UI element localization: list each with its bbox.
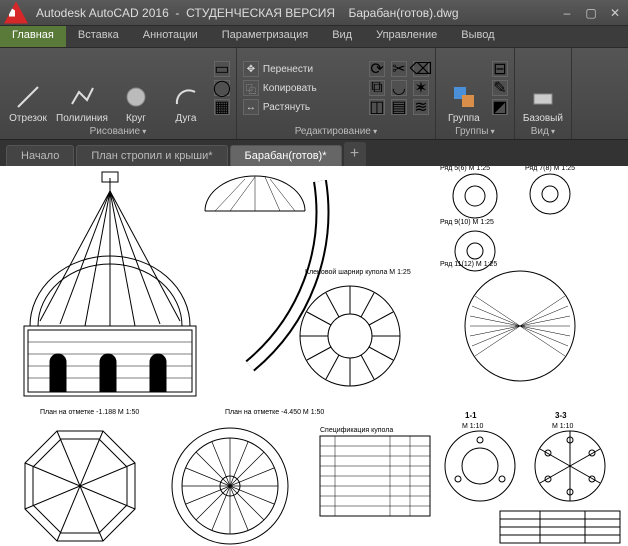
move-label: Перенести bbox=[263, 64, 313, 75]
label-r910: Ряд 9(10) М 1:25 bbox=[440, 219, 494, 226]
line-icon bbox=[15, 84, 41, 110]
tab-home[interactable]: Главная bbox=[0, 26, 66, 47]
copy-button[interactable]: ⿻ Копировать bbox=[243, 80, 363, 96]
array-icon[interactable]: ▤ bbox=[391, 99, 407, 115]
tab-parametric[interactable]: Параметризация bbox=[210, 26, 320, 47]
ribbon-tabs: Главная Вставка Аннотации Параметризация… bbox=[0, 26, 628, 48]
copy-label: Копировать bbox=[263, 83, 317, 94]
doc-tab-drum[interactable]: Барабан(готов)* bbox=[230, 145, 342, 166]
scale-icon[interactable]: ◫ bbox=[369, 99, 385, 115]
base-view-label: Базовый bbox=[523, 113, 563, 124]
document-tabs: Начало План стропил и крыши* Барабан(гот… bbox=[0, 140, 628, 166]
doc-tab-start[interactable]: Начало bbox=[6, 145, 74, 166]
explode-icon[interactable]: ✶ bbox=[413, 80, 429, 96]
group-label: Группа bbox=[448, 113, 480, 124]
label-sc1: М 1:10 bbox=[462, 423, 484, 430]
circle-icon bbox=[123, 84, 149, 110]
polyline-label: Полилиния bbox=[56, 113, 108, 124]
ellipse-icon[interactable]: ◯ bbox=[214, 80, 230, 96]
tab-manage[interactable]: Управление bbox=[364, 26, 449, 47]
panel-draw-title[interactable]: Рисование bbox=[6, 124, 230, 137]
panel-modify-title[interactable]: Редактирование bbox=[243, 124, 429, 137]
window-title: Autodesk AutoCAD 2016 - СТУДЕНЧЕСКАЯ ВЕР… bbox=[36, 6, 558, 20]
autocad-logo-icon bbox=[4, 2, 28, 24]
app-edition: СТУДЕНЧЕСКАЯ ВЕРСИЯ bbox=[186, 6, 335, 20]
tab-output[interactable]: Вывод bbox=[449, 26, 506, 47]
ribbon: Отрезок Полилиния Круг Дуга ▭ ◯ ▦ Рисова… bbox=[0, 48, 628, 140]
label-hinge: Кленовой шарнир купола М 1:25 bbox=[305, 268, 411, 276]
label-sc3: М 1:10 bbox=[552, 423, 574, 430]
label-plan1: План на отметке -1.188 М 1:50 bbox=[40, 409, 139, 416]
line-label: Отрезок bbox=[9, 113, 47, 124]
mirror-icon[interactable]: ⧉ bbox=[369, 80, 385, 96]
label-r78: Ряд 7(8) М 1:25 bbox=[525, 166, 575, 172]
circle-button[interactable]: Круг bbox=[114, 52, 158, 124]
move-button[interactable]: ✥ Перенести bbox=[243, 61, 363, 77]
rect-icon[interactable]: ▭ bbox=[214, 61, 230, 77]
arc-button[interactable]: Дуга bbox=[164, 52, 208, 124]
label-r1112: Ряд 11(12) М 1:25 bbox=[440, 261, 497, 268]
label-spec: Спецификация купола bbox=[320, 427, 393, 434]
hatch-icon[interactable]: ▦ bbox=[214, 99, 230, 115]
app-name: Autodesk AutoCAD 2016 bbox=[36, 6, 169, 20]
stretch-label: Растянуть bbox=[263, 102, 310, 113]
arc-icon bbox=[173, 84, 199, 110]
drawing-canvas[interactable]: План на отметке -1.188 М 1:50 План на от… bbox=[0, 166, 628, 546]
move-icon: ✥ bbox=[243, 61, 259, 77]
drawing-svg: План на отметке -1.188 М 1:50 План на от… bbox=[0, 166, 628, 546]
group-select-icon[interactable]: ◩ bbox=[492, 99, 508, 115]
tab-view[interactable]: Вид bbox=[320, 26, 364, 47]
arc-label: Дуга bbox=[175, 113, 196, 124]
ungroup-icon[interactable]: ⊟ bbox=[492, 61, 508, 77]
panel-view-title[interactable]: Вид bbox=[521, 124, 565, 137]
polyline-icon bbox=[69, 84, 95, 110]
line-button[interactable]: Отрезок bbox=[6, 52, 50, 124]
minimize-button[interactable]: – bbox=[558, 6, 576, 20]
copy-icon: ⿻ bbox=[243, 80, 259, 96]
tab-insert[interactable]: Вставка bbox=[66, 26, 131, 47]
trim-icon[interactable]: ✂ bbox=[391, 61, 407, 77]
close-button[interactable]: ✕ bbox=[606, 6, 624, 20]
add-tab-button[interactable]: + bbox=[344, 142, 366, 166]
stretch-icon: ↔ bbox=[243, 99, 259, 115]
doc-tab-plan[interactable]: План стропил и крыши* bbox=[76, 145, 227, 166]
panel-groups-title[interactable]: Группы bbox=[442, 124, 508, 137]
base-view-button[interactable]: Базовый bbox=[521, 52, 565, 124]
group-edit-icon[interactable]: ✎ bbox=[492, 80, 508, 96]
circle-label: Круг bbox=[126, 113, 146, 124]
panel-view: Базовый Вид bbox=[515, 48, 572, 139]
group-icon bbox=[451, 84, 477, 110]
label-r56: Ряд 5(6) М 1:25 bbox=[440, 166, 490, 172]
erase-icon[interactable]: ⌫ bbox=[413, 61, 429, 77]
base-view-icon bbox=[530, 84, 556, 110]
rotate-icon[interactable]: ⟳ bbox=[369, 61, 385, 77]
panel-groups: Группа ⊟ ✎ ◩ Группы bbox=[436, 48, 515, 139]
label-plan2: План на отметке -4.450 М 1:50 bbox=[225, 409, 324, 416]
stretch-button[interactable]: ↔ Растянуть bbox=[243, 99, 363, 115]
label-sec33: 3-3 bbox=[555, 411, 567, 420]
title-bar: Autodesk AutoCAD 2016 - СТУДЕНЧЕСКАЯ ВЕР… bbox=[0, 0, 628, 26]
label-sec11: 1-1 bbox=[465, 411, 477, 420]
group-button[interactable]: Группа bbox=[442, 52, 486, 124]
offset-icon[interactable]: ≋ bbox=[413, 99, 429, 115]
file-name: Барабан(готов).dwg bbox=[348, 6, 458, 20]
panel-draw: Отрезок Полилиния Круг Дуга ▭ ◯ ▦ Рисова… bbox=[0, 48, 237, 139]
fillet-icon[interactable]: ◡ bbox=[391, 80, 407, 96]
tab-annotate[interactable]: Аннотации bbox=[131, 26, 210, 47]
maximize-button[interactable]: ▢ bbox=[582, 6, 600, 20]
polyline-button[interactable]: Полилиния bbox=[56, 52, 108, 124]
panel-modify: ✥Перенести ⿻Копировать ↔Растянуть ⟳ ⧉ ◫ … bbox=[237, 48, 436, 139]
